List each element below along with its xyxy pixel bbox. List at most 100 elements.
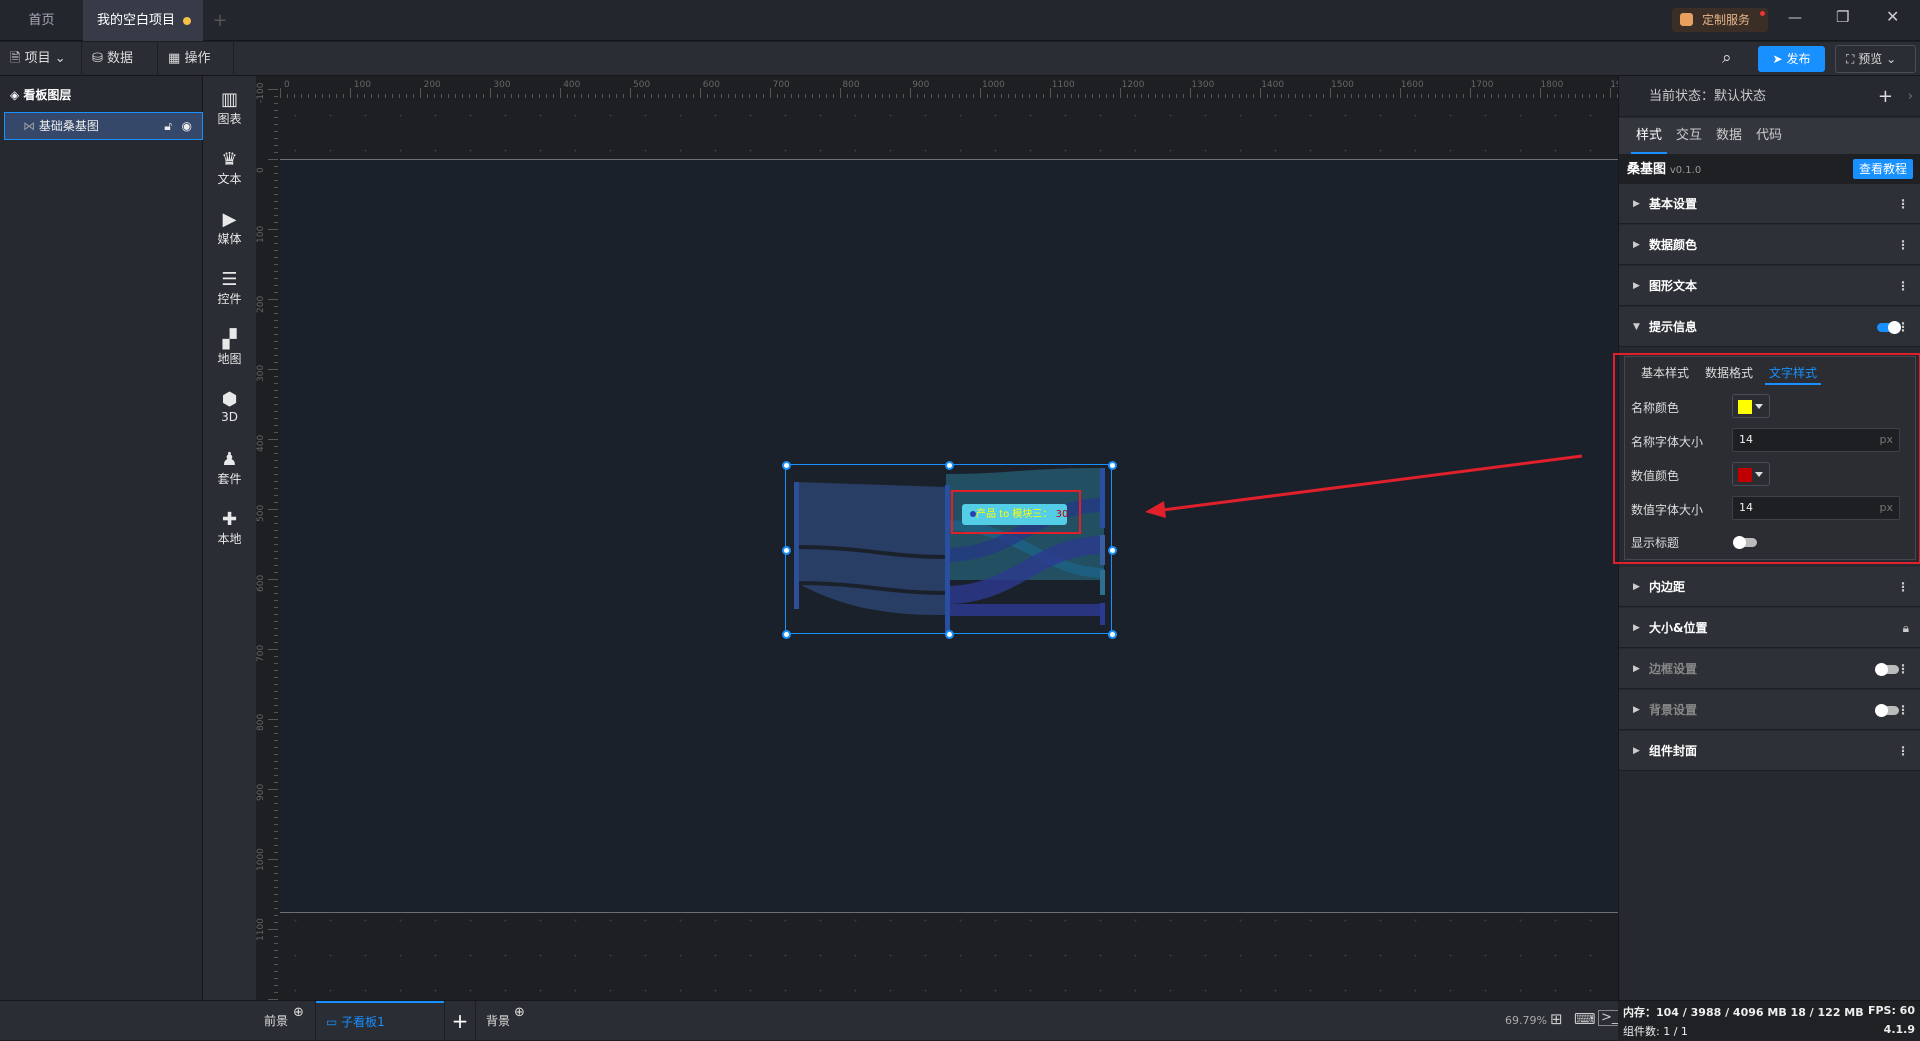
minimize-button[interactable]: — [1788,10,1802,26]
name-color-picker[interactable] [1732,394,1770,418]
chevron-right-icon[interactable]: › [1908,76,1913,117]
component-bar-chart[interactable]: ▥ 图表 [203,90,256,127]
operate-menu[interactable]: ▦ 操作 ⌄ [158,42,234,100]
ruler-tick [1505,94,1506,98]
ruler-tick [791,94,792,98]
add-circle-icon[interactable]: ⊕ [293,993,304,1033]
section-3[interactable]: ▶ 图形文本 ⋮ [1619,266,1920,306]
publish-button[interactable]: ➤ 发布 [1758,46,1825,72]
project-menu[interactable]: 🗎 项目 ⌄ [0,42,82,76]
add-tab-button[interactable]: + [205,0,235,41]
ruler-tick [274,320,278,321]
component-kit[interactable]: ♟ 套件 [203,450,256,487]
value-color-picker[interactable] [1732,462,1770,486]
more-icon[interactable]: ⋮ [1897,731,1909,771]
show-title-toggle[interactable] [1733,536,1757,549]
component-text[interactable]: ♛ 文本 [203,150,256,187]
property-tab[interactable]: 数据 [1711,118,1747,154]
resize-handle[interactable] [782,461,791,470]
state-value[interactable]: 默认状态 [1714,89,1766,104]
ruler-tick [1169,94,1170,98]
custom-service-button[interactable]: 定制服务 [1672,8,1768,32]
property-tab[interactable]: 样式 [1631,118,1667,154]
foreground-tab[interactable]: 前景 ⊕ [256,1001,316,1041]
ruler-tick [274,957,278,958]
sub-board-tab[interactable]: ▭ 子看板1 [316,1001,444,1041]
ruler-tick [1365,94,1366,98]
ruler-label: 1100 [256,917,266,941]
name-font-size-input[interactable]: 14 px [1732,428,1900,452]
background-tab[interactable]: 背景 ⊕ [476,1001,536,1041]
section-toggle[interactable] [1875,663,1899,676]
resize-handle[interactable] [782,630,791,639]
expand-arrow-icon: ▶ [1633,746,1640,756]
section-1[interactable]: ▶ 基本设置 ⋮ [1619,184,1920,224]
ruler-tick [1225,94,1226,98]
ruler-tick [1463,94,1464,98]
property-tab[interactable]: 交互 [1671,118,1707,154]
ruler-tick [274,103,278,104]
component-map[interactable]: ▞ 地图 [203,330,256,367]
ruler-tick [1351,94,1352,98]
resize-handle[interactable] [1108,630,1117,639]
restore-button[interactable]: ❐ [1836,8,1849,26]
section-8[interactable]: ▶ 背景设置 ⋮ [1619,690,1920,730]
ruler-tick [274,985,278,986]
resize-handle[interactable] [945,630,954,639]
component-control[interactable]: ☰ 控件 [203,270,256,307]
resize-handle[interactable] [1108,461,1117,470]
ruler-tick [1183,94,1184,98]
resize-handle[interactable] [782,546,791,555]
ruler-tick [274,285,278,286]
unit-label: px [1879,501,1894,514]
component-media[interactable]: ▶ 媒体 [203,210,256,247]
ruler-tick [735,94,736,98]
eye-icon[interactable]: ◉ [182,113,192,139]
section-9[interactable]: ▶ 组件封面 ⋮ [1619,731,1920,771]
tooltip-subtab[interactable]: 基本样式 [1637,363,1693,385]
ruler-tick [274,292,278,293]
close-button[interactable]: ✕ [1886,7,1899,26]
data-menu[interactable]: ⛁ 数据 ⌄ [82,42,158,100]
fit-screen-icon[interactable]: ⊞ [1550,1010,1563,1028]
resize-handle[interactable] [945,461,954,470]
tooltip-enable-toggle[interactable] [1877,321,1901,334]
add-circle-icon[interactable]: ⊕ [514,993,525,1033]
custom-service-label: 定制服务 [1702,13,1751,27]
tooltip-subtab[interactable]: 文字样式 [1765,363,1821,385]
ruler-tick [1295,94,1296,98]
ruler-tick [274,796,278,797]
component-cube[interactable]: ⬢ 3D [203,390,256,425]
tooltip-subtab[interactable]: 数据格式 [1701,363,1757,385]
section-2[interactable]: ▶ 数据颜色 ⋮ [1619,225,1920,265]
layer-item[interactable]: ⋈ 基础桑基图 🔓︎ ◉ [4,112,203,140]
ruler-tick [274,964,278,965]
more-icon[interactable]: ⋮ [1897,184,1909,224]
sankey-chart[interactable]: 产品 to 模块三： 30 [782,461,1117,639]
keyboard-icon[interactable]: ⌨ [1574,1010,1596,1028]
unlock-icon[interactable]: 🔓︎ [164,113,172,139]
lock-icon[interactable]: 🔒︎ [1903,608,1909,648]
more-icon[interactable]: ⋮ [1897,266,1909,306]
tutorial-button[interactable]: 查看教程 [1852,159,1913,179]
property-tab[interactable]: 代码 [1751,118,1787,154]
component-puzzle[interactable]: ✚ 本地 [203,510,256,547]
section-6[interactable]: ▶ 大小&位置 🔒︎ [1619,608,1920,648]
section-toggle[interactable] [1875,704,1899,717]
resize-handle[interactable] [1108,546,1117,555]
more-icon[interactable]: ⋮ [1897,567,1909,607]
more-icon[interactable]: ⋮ [1897,225,1909,265]
ruler-label: 1100 [1051,80,1075,90]
section-5[interactable]: ▶ 内边距 ⋮ [1619,567,1920,607]
section-4[interactable]: ▼ 提示信息 ⋮ [1619,307,1920,347]
search-icon[interactable]: ⌕ [1722,48,1732,68]
tab-project[interactable]: 我的空白项目 [83,0,203,41]
value-font-size-input[interactable]: 14 px [1732,496,1900,520]
preview-button[interactable]: ⛶ 预览 ⌄ [1835,45,1916,73]
add-board-button[interactable]: + [444,1001,476,1041]
tab-home[interactable]: 首页 [0,0,83,41]
ruler-tick [268,719,278,720]
add-state-icon[interactable]: + [1878,76,1893,117]
section-7[interactable]: ▶ 边框设置 ⋮ [1619,649,1920,689]
ruler-tick [268,789,278,790]
